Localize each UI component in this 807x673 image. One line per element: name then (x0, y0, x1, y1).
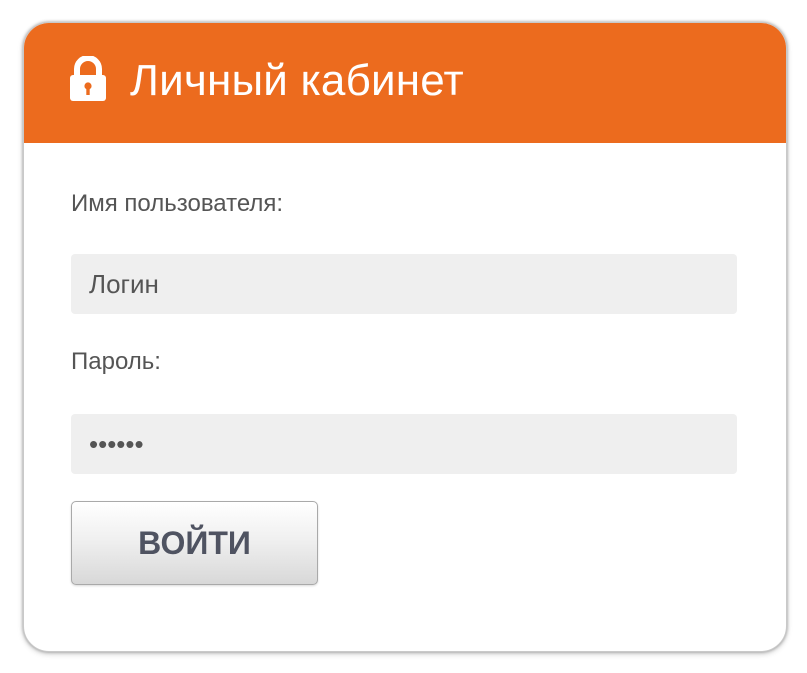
lock-icon (70, 56, 106, 101)
page: Личный кабинет Имя пользователя: Пароль:… (0, 0, 807, 673)
username-label: Имя пользователя: (71, 190, 284, 217)
login-button[interactable]: ВОЙТИ (71, 501, 318, 585)
page-title: Личный кабинет (130, 56, 464, 105)
username-input[interactable] (71, 254, 737, 314)
card-header: Личный кабинет (24, 23, 786, 143)
login-card: Личный кабинет Имя пользователя: Пароль:… (23, 22, 787, 652)
password-input[interactable] (71, 414, 737, 474)
password-label: Пароль: (71, 348, 161, 375)
